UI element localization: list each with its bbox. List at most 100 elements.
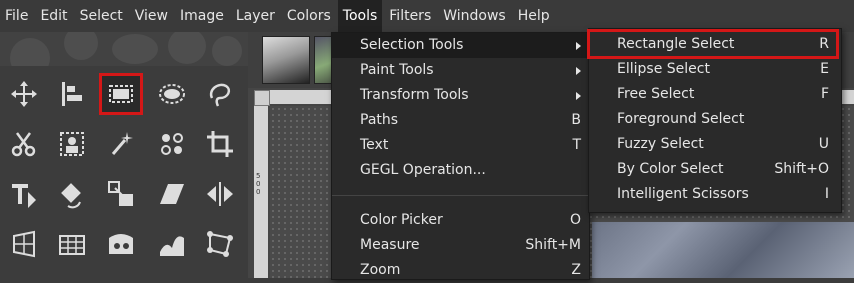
cage-transform-tool-icon [59, 235, 85, 255]
menu-item-label: Foreground Select [617, 111, 745, 127]
warp-transform-tool-button[interactable] [97, 222, 145, 266]
menu-image[interactable]: Image [175, 0, 229, 32]
crop-tool-icon [207, 131, 233, 157]
scissors-select-tool-button[interactable] [0, 122, 48, 166]
submenu-item-intelligent-scissors[interactable]: Intelligent Scissors I [589, 182, 841, 207]
foreground-select-tool-button[interactable] [48, 122, 96, 166]
submenu-item-ellipse-select[interactable]: Ellipse Select E [589, 57, 841, 82]
menu-view[interactable]: View [130, 0, 173, 32]
image-thumbnail[interactable] [262, 36, 310, 84]
menu-item-color-picker[interactable]: Color Picker O [332, 208, 589, 233]
ruler-tick-label: 0 [256, 188, 261, 196]
handle-transform-tool-icon [207, 231, 233, 257]
menu-item-transform-tools[interactable]: Transform Tools [332, 83, 589, 108]
cage-transform-tool-button[interactable] [48, 222, 96, 266]
canvas-image [592, 222, 854, 278]
menu-item-label: By Color Select [617, 161, 724, 177]
rotate-tool-icon [61, 183, 81, 209]
by-color-select-tool-button[interactable] [148, 122, 196, 166]
align-tool-button[interactable] [48, 72, 96, 116]
shear-tool-icon [160, 184, 184, 204]
fuzzy-select-tool-button[interactable] [97, 122, 145, 166]
menu-item-shortcut: F [820, 86, 829, 102]
menu-windows[interactable]: Windows [438, 0, 511, 32]
menu-item-label: Transform Tools [360, 87, 469, 103]
menu-item-label: Intelligent Scissors [617, 186, 749, 202]
rectangle-select-tool-icon [109, 85, 133, 103]
perspective-tool-icon [13, 230, 35, 258]
menu-item-label: Text [360, 137, 389, 153]
tools-menu: Selection Tools Paint Tools Transform Tool… [331, 32, 590, 280]
submenu-item-by-color-select[interactable]: By Color Select Shift+O [589, 157, 841, 182]
toolbox-header [0, 32, 248, 66]
menu-item-label: Free Select [617, 86, 695, 102]
free-select-tool-icon [209, 83, 231, 107]
move-tool-icon [11, 81, 37, 107]
by-color-select-tool-icon [161, 133, 183, 155]
scale-tool-icon [108, 181, 133, 206]
menu-item-label: GEGL Operation... [360, 162, 486, 178]
submenu-item-free-select[interactable]: Free Select F [589, 82, 841, 107]
menu-item-shortcut: Shift+O [774, 161, 829, 177]
ruler-tick-label: 5 [256, 172, 261, 180]
toolbox [0, 32, 248, 278]
menu-tools[interactable]: Tools [337, 0, 383, 32]
free-select-tool-button[interactable] [196, 72, 244, 116]
align-tool-icon [62, 82, 82, 106]
rotate-tool-button[interactable] [48, 172, 96, 216]
quick-mask-toggle[interactable] [254, 90, 270, 106]
wave-transform-tool-button[interactable] [148, 222, 196, 266]
selection-tools-submenu: Rectangle Select R Ellipse Select E Free Sel… [587, 28, 842, 213]
menu-filters[interactable]: Filters [384, 0, 436, 32]
submenu-item-fuzzy-select[interactable]: Fuzzy Select U [589, 132, 841, 157]
wave-transform-tool-icon [160, 236, 184, 256]
scale-tool-button[interactable] [97, 172, 145, 216]
menu-item-label: Selection Tools [360, 37, 464, 53]
ruler-tick-label: 0 [256, 180, 261, 188]
menu-item-shortcut: I [824, 186, 829, 202]
chevron-right-icon [576, 42, 581, 50]
menu-colors[interactable]: Colors [282, 0, 336, 32]
chevron-right-icon [576, 92, 581, 100]
crop-tool-button[interactable] [196, 122, 244, 166]
move-tool-button[interactable] [0, 72, 48, 116]
menu-item-paint-tools[interactable]: Paint Tools [332, 58, 589, 83]
menu-item-label: Zoom [360, 262, 401, 278]
menu-item-measure[interactable]: Measure Shift+M [332, 233, 589, 258]
menu-item-shortcut: Shift+M [525, 237, 581, 253]
ellipse-select-tool-icon [159, 84, 185, 104]
flip-tool-button[interactable] [196, 172, 244, 216]
warp-transform-tool-icon [109, 234, 133, 254]
submenu-item-foreground-select[interactable]: Foreground Select [589, 107, 841, 132]
text-transform-tool-button[interactable] [0, 172, 48, 216]
fuzzy-select-tool-icon [111, 132, 133, 155]
rectangle-select-tool-button[interactable] [97, 72, 145, 116]
menu-layer[interactable]: Layer [231, 0, 280, 32]
menu-item-gegl-operation[interactable]: GEGL Operation... [332, 158, 589, 183]
menu-item-zoom[interactable]: Zoom Z [332, 258, 589, 283]
menu-item-shortcut: B [571, 112, 581, 128]
menu-item-shortcut: U [818, 136, 829, 152]
menu-item-selection-tools[interactable]: Selection Tools [332, 33, 589, 58]
flip-tool-icon [207, 182, 233, 206]
scissors-select-tool-icon [11, 132, 36, 157]
menu-item-text[interactable]: Text T [332, 133, 589, 158]
shear-tool-button[interactable] [148, 172, 196, 216]
menu-edit[interactable]: Edit [35, 0, 72, 32]
menu-select[interactable]: Select [75, 0, 128, 32]
menu-item-shortcut: Z [571, 262, 581, 278]
perspective-tool-button[interactable] [0, 222, 48, 266]
ellipse-select-tool-button[interactable] [148, 72, 196, 116]
menu-separator [332, 195, 589, 196]
menu-item-shortcut: E [820, 61, 829, 77]
handle-transform-tool-button[interactable] [196, 222, 244, 266]
menu-item-label: Paths [360, 112, 399, 128]
menu-item-shortcut: T [572, 137, 581, 153]
menu-help[interactable]: Help [513, 0, 555, 32]
active-tool-highlight [99, 73, 143, 115]
menu-item-shortcut: O [569, 212, 581, 228]
menu-item-label: Fuzzy Select [617, 136, 704, 152]
menu-file[interactable]: File [0, 0, 33, 32]
menu-item-paths[interactable]: Paths B [332, 108, 589, 133]
menu-item-label: Measure [360, 237, 420, 253]
